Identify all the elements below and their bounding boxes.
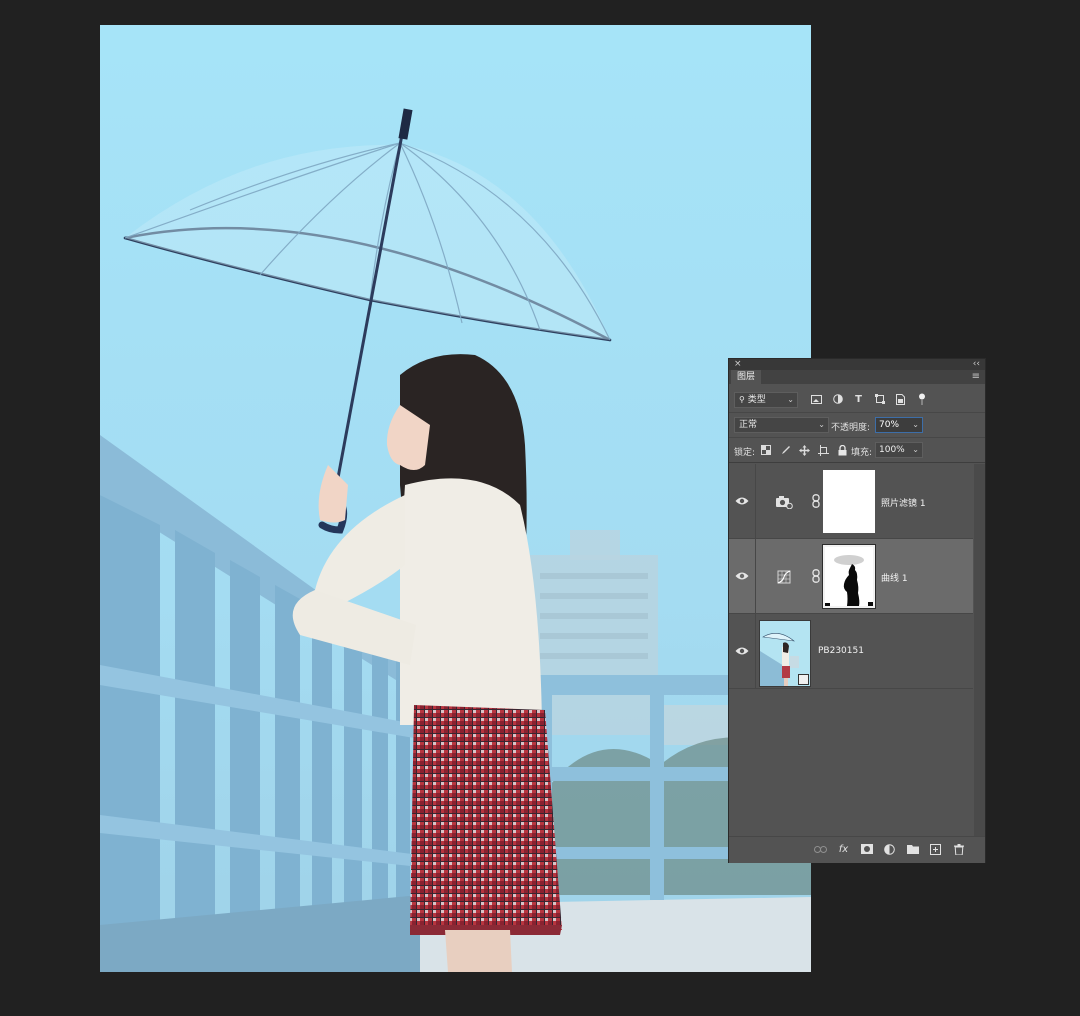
- photo-image: [100, 25, 811, 972]
- layer-mask-thumbnail[interactable]: [822, 544, 876, 609]
- fx-icon[interactable]: fx: [836, 842, 851, 856]
- chevron-down-icon[interactable]: ⌄: [912, 443, 919, 457]
- lock-all-icon[interactable]: [836, 444, 848, 456]
- delete-layer-icon[interactable]: [951, 842, 966, 856]
- layers-scrollbar[interactable]: [974, 464, 985, 836]
- visibility-toggle[interactable]: [729, 464, 756, 538]
- curves-icon: [777, 570, 791, 584]
- layer-row[interactable]: 照片滤镜 1: [729, 464, 973, 539]
- add-mask-icon[interactable]: [859, 842, 874, 856]
- lock-label: 锁定:: [734, 448, 756, 458]
- filter-kind-label: 类型: [747, 395, 766, 405]
- opacity-label: 不透明度:: [831, 423, 871, 433]
- blend-mode-value: 正常: [739, 420, 758, 430]
- opacity-input[interactable]: 70% ⌄: [875, 417, 923, 433]
- link-icon[interactable]: [812, 569, 820, 583]
- mask-silhouette: [825, 547, 873, 606]
- lock-transparent-pixels-icon[interactable]: [760, 444, 772, 456]
- panel-tab-row: 图层 ≡: [729, 370, 985, 384]
- panel-footer: fx: [729, 836, 985, 863]
- shape-filter-icon[interactable]: [872, 392, 887, 406]
- filter-row: ⚲ 类型 ⌄ T: [729, 387, 985, 413]
- eye-icon[interactable]: [735, 646, 749, 656]
- type-filter-icon[interactable]: T: [851, 392, 866, 406]
- lock-image-pixels-icon[interactable]: [779, 444, 791, 456]
- visibility-toggle[interactable]: [729, 614, 756, 688]
- eye-icon[interactable]: [735, 571, 749, 581]
- fill-input[interactable]: 100% ⌄: [875, 442, 923, 458]
- opacity-value: 70%: [879, 420, 900, 430]
- camera-icon: [776, 496, 793, 509]
- chevron-down-icon: ⌄: [787, 395, 794, 404]
- smart-object-filter-icon[interactable]: [893, 392, 908, 406]
- smart-object-badge-icon: [798, 674, 809, 685]
- new-layer-icon[interactable]: [928, 842, 943, 856]
- link-layers-icon[interactable]: [813, 842, 828, 856]
- fill-value: 100%: [879, 445, 905, 455]
- close-icon[interactable]: ×: [734, 359, 742, 370]
- chevron-down-icon[interactable]: ⌄: [912, 418, 919, 432]
- lock-artboard-icon[interactable]: [817, 444, 829, 456]
- layers-list: 照片滤镜 1 曲线 1 PB230151: [729, 464, 973, 836]
- panel-menu-icon[interactable]: ≡: [972, 370, 980, 384]
- layer-thumbnail[interactable]: [759, 620, 811, 687]
- collapse-icon[interactable]: ‹‹: [973, 359, 980, 370]
- eye-icon[interactable]: [735, 496, 749, 506]
- layer-row-selected[interactable]: 曲线 1: [729, 539, 973, 614]
- blend-row: 正常 ⌄ 不透明度: 70% ⌄: [729, 413, 985, 438]
- chevron-down-icon: ⌄: [818, 420, 825, 429]
- layer-name[interactable]: PB230151: [818, 646, 864, 656]
- link-icon[interactable]: [812, 494, 820, 508]
- new-group-icon[interactable]: [905, 842, 920, 856]
- new-adjustment-icon[interactable]: [882, 842, 897, 856]
- panel-title-bar: × ‹‹: [729, 359, 985, 370]
- lock-row: 锁定: 填充: 100% ⌄: [729, 438, 985, 463]
- lock-position-icon[interactable]: [798, 444, 810, 456]
- visibility-toggle[interactable]: [729, 539, 756, 613]
- image-filter-icon[interactable]: [809, 392, 824, 406]
- search-icon: ⚲: [739, 395, 745, 404]
- adjustment-filter-icon[interactable]: [830, 392, 845, 406]
- layer-mask-thumbnail[interactable]: [823, 470, 875, 533]
- layer-name[interactable]: 曲线 1: [881, 571, 908, 584]
- document-canvas[interactable]: [100, 25, 811, 972]
- layers-panel: × ‹‹ 图层 ≡ ⚲ 类型 ⌄ T 正常 ⌄ 不透明度: 70% ⌄ 锁定: …: [728, 358, 986, 863]
- layer-name[interactable]: 照片滤镜 1: [881, 496, 926, 509]
- filter-toggle-icon[interactable]: [914, 392, 929, 406]
- blend-mode-select[interactable]: 正常 ⌄: [734, 417, 829, 433]
- tab-layers[interactable]: 图层: [731, 370, 762, 384]
- layer-row[interactable]: PB230151: [729, 614, 973, 689]
- filter-kind-select[interactable]: ⚲ 类型 ⌄: [734, 392, 798, 408]
- fill-label: 填充:: [851, 448, 873, 458]
